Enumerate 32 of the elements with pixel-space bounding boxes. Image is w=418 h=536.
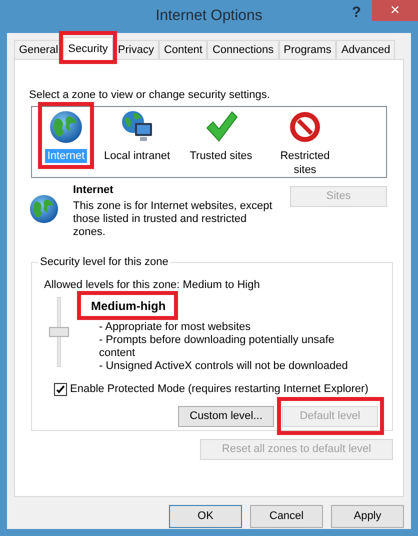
help-button[interactable]: ? — [352, 2, 361, 24]
zone-prompt: Select a zone to view or change security settings. — [29, 88, 271, 103]
protected-mode-label: Enable Protected Mode (requires restarting Internet Explorer) — [70, 382, 368, 397]
close-button[interactable]: × — [372, 0, 418, 21]
globe-monitor-icon — [120, 110, 154, 144]
tab[interactable]: Advanced — [336, 40, 396, 59]
zone-item[interactable]: Local intranet — [102, 148, 172, 162]
tab[interactable]: Connections — [207, 40, 279, 59]
window-title: Internet Options — [156, 6, 262, 26]
tab[interactable]: Programs — [278, 40, 336, 59]
level-name: Medium-high — [90, 298, 167, 315]
dialog-button[interactable]: Apply — [331, 505, 404, 528]
tab[interactable]: Content — [158, 40, 208, 59]
no-entry-icon — [288, 110, 322, 144]
level-description: - Appropriate for most websites — [99, 321, 252, 334]
zone-title: Internet — [73, 182, 114, 198]
checkmark-icon — [204, 110, 238, 144]
globe-icon — [49, 110, 83, 144]
protected-mode-checkbox[interactable] — [54, 382, 67, 396]
dialog-button[interactable]: Cancel — [250, 505, 323, 528]
level-button[interactable]: Custom level... — [178, 406, 274, 426]
level-description: - Unsigned ActiveX controls will not be downloaded — [99, 360, 349, 373]
dialog-button[interactable]: OK — [169, 505, 242, 528]
zone-description: This zone is for Internet websites, except those listed in trusted and restricted zones. — [73, 200, 273, 239]
level-description: - Prompts before downloading potentially unsafe content — [99, 334, 336, 360]
zone-item[interactable]: Restricted sites — [266, 148, 344, 176]
group-title: Security level for this zone — [38, 254, 170, 268]
slider-thumb[interactable] — [49, 327, 69, 337]
zone-item[interactable]: Trusted sites — [188, 148, 254, 162]
globe-icon — [29, 194, 59, 224]
tab[interactable]: Security — [63, 37, 113, 60]
allowed-levels: Allowed levels for this zone: Medium to High — [44, 278, 261, 292]
